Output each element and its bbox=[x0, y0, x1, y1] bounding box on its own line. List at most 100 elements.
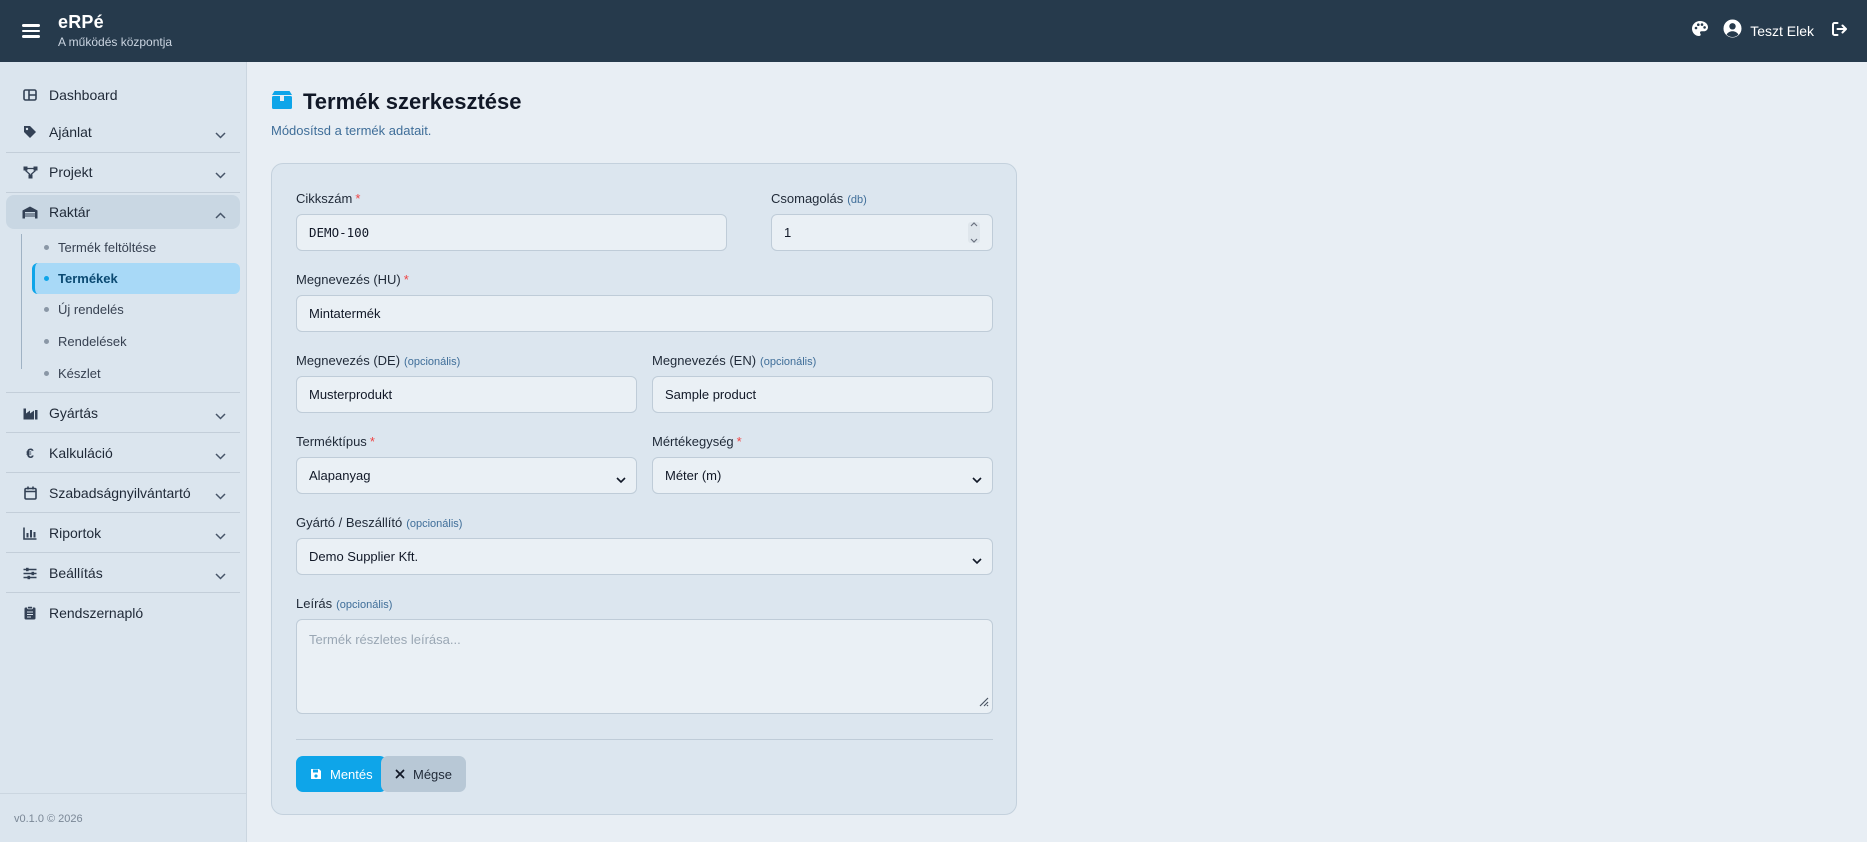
floppy-disk-icon bbox=[310, 768, 322, 780]
sidebar-item-riportok[interactable]: Riportok bbox=[6, 516, 240, 550]
sidebar-item-rendszernaplo[interactable]: Rendszernapló bbox=[6, 596, 240, 630]
tag-icon bbox=[22, 124, 38, 140]
pack-quantity-input[interactable]: 1 bbox=[771, 214, 993, 251]
name-en-input[interactable]: Sample product bbox=[652, 376, 993, 413]
sidebar-divider bbox=[6, 552, 240, 553]
sidebar-item-kalkulacio[interactable]: € Kalkuláció bbox=[6, 436, 240, 470]
sidebar-item-szabadsag[interactable]: Szabadságnyilvántartó bbox=[6, 476, 240, 510]
version-text: v0.1.0 © 2026 bbox=[14, 813, 83, 825]
top-bar: eRPé A működés központja Teszt Elek bbox=[0, 0, 1867, 62]
chevron-down-icon bbox=[972, 553, 982, 568]
resize-handle-icon[interactable] bbox=[977, 695, 989, 710]
bullet-dot-icon bbox=[44, 339, 49, 344]
page-subtitle: Módosítsd a termék adatait. bbox=[271, 123, 432, 138]
uom-select[interactable]: Méter (m) bbox=[652, 457, 993, 494]
chevron-down-icon bbox=[215, 407, 226, 423]
sidebar-item-label: Gyártás bbox=[49, 405, 99, 421]
sidebar-item-label: Kalkuláció bbox=[49, 445, 113, 461]
name-de-input[interactable]: Musterprodukt bbox=[296, 376, 637, 413]
chevron-down-icon bbox=[215, 126, 226, 142]
theme-palette-icon[interactable] bbox=[1691, 20, 1709, 43]
chevron-down-icon bbox=[215, 527, 226, 543]
sliders-icon bbox=[22, 565, 38, 581]
sidebar-footer-divider bbox=[0, 793, 247, 794]
save-button-label: Mentés bbox=[330, 766, 373, 782]
chevron-down-icon bbox=[215, 166, 226, 182]
factory-icon bbox=[22, 405, 38, 421]
sidebar-item-label: Projekt bbox=[49, 164, 93, 180]
chevron-down-icon bbox=[972, 472, 982, 487]
product-form-card: Cikkszám * DEMO-100 Csomagolás (db) 1 Megn… bbox=[271, 163, 1017, 815]
page-title: Termék szerkesztése bbox=[303, 89, 522, 114]
sidebar-item-gyartas[interactable]: Gyártás bbox=[6, 396, 240, 430]
sku-input[interactable]: DEMO-100 bbox=[296, 214, 727, 251]
bullet-dot-icon bbox=[44, 307, 49, 312]
supplier-label: Gyártó / Beszállító (opcionális) bbox=[296, 515, 463, 530]
subnav-item-keszlet[interactable]: Készlet bbox=[32, 358, 240, 389]
sidebar-divider bbox=[6, 392, 240, 393]
sidebar-divider bbox=[6, 432, 240, 433]
chevron-down-icon bbox=[616, 472, 626, 487]
name-en-label: Megnevezés (EN) (opcionális) bbox=[652, 353, 817, 368]
bullet-dot-icon bbox=[44, 245, 49, 250]
supplier-select[interactable]: Demo Supplier Kft. bbox=[296, 538, 993, 575]
number-stepper[interactable] bbox=[968, 222, 980, 243]
sidebar-divider bbox=[6, 152, 240, 153]
subnav-line bbox=[21, 234, 22, 369]
subnav-item-uj-rendeles[interactable]: Új rendelés bbox=[32, 294, 240, 325]
subnav-label: Termékek bbox=[58, 271, 118, 286]
sidebar-item-projekt[interactable]: Projekt bbox=[6, 155, 240, 189]
subnav-label: Termék feltöltése bbox=[58, 240, 157, 255]
app-title: eRPé bbox=[58, 12, 104, 32]
product-type-label: Terméktípus * bbox=[296, 434, 375, 449]
sidebar-divider bbox=[6, 592, 240, 593]
sidebar-item-label: Szabadságnyilvántartó bbox=[49, 485, 191, 501]
sku-label: Cikkszám * bbox=[296, 191, 361, 206]
name-hu-input[interactable]: Mintatermék bbox=[296, 295, 993, 332]
close-icon bbox=[395, 769, 405, 779]
dashboard-icon bbox=[22, 87, 38, 103]
product-type-select[interactable]: Alapanyag bbox=[296, 457, 637, 494]
user-avatar-icon[interactable] bbox=[1723, 19, 1742, 43]
subnav-item-termekek[interactable]: Termékek bbox=[32, 263, 240, 294]
sidebar-item-label: Riportok bbox=[49, 525, 102, 541]
sidebar-item-label: Ajánlat bbox=[49, 124, 92, 140]
stepper-up-icon[interactable] bbox=[970, 222, 978, 227]
app-subtitle: A működés központja bbox=[58, 35, 173, 49]
name-de-label: Megnevezés (DE) (opcionális) bbox=[296, 353, 461, 368]
logout-icon[interactable] bbox=[1832, 21, 1847, 41]
sidebar-item-label: Rendszernapló bbox=[49, 605, 144, 621]
description-textarea[interactable]: Termék részletes leírása... bbox=[296, 619, 993, 714]
pack-quantity-value: 1 bbox=[784, 225, 792, 240]
sidebar-item-label: Beállítás bbox=[49, 565, 103, 581]
stepper-down-icon[interactable] bbox=[970, 238, 978, 243]
pack-label: Csomagolás (db) bbox=[771, 191, 867, 206]
subnav-item-termek-feltoltese[interactable]: Termék feltöltése bbox=[32, 232, 240, 263]
uom-label: Mértékegység * bbox=[652, 434, 742, 449]
cancel-button-label: Mégse bbox=[413, 766, 453, 782]
name-hu-label: Megnevezés (HU) * bbox=[296, 272, 409, 287]
menu-toggle-icon[interactable] bbox=[22, 24, 40, 38]
user-name[interactable]: Teszt Elek bbox=[1750, 23, 1814, 39]
box-icon bbox=[271, 90, 293, 115]
bullet-dot-icon bbox=[44, 371, 49, 376]
subnav-label: Rendelések bbox=[58, 334, 127, 349]
chevron-down-icon bbox=[215, 447, 226, 463]
subnav-item-rendelesek[interactable]: Rendelések bbox=[32, 326, 240, 357]
brand: eRPé A működés központja bbox=[58, 12, 172, 50]
euro-icon: € bbox=[26, 445, 34, 461]
sidebar-item-label: Dashboard bbox=[49, 87, 118, 103]
page-header: Termék szerkesztése bbox=[271, 89, 522, 115]
cancel-button[interactable]: Mégse bbox=[381, 756, 467, 792]
save-button[interactable]: Mentés bbox=[296, 756, 387, 792]
sidebar-item-label: Raktár bbox=[49, 204, 91, 220]
project-nodes-icon bbox=[22, 164, 38, 180]
sidebar-item-beallitas[interactable]: Beállítás bbox=[6, 556, 240, 590]
subnav-label: Új rendelés bbox=[58, 302, 124, 317]
chevron-down-icon bbox=[215, 567, 226, 583]
sidebar-item-ajanlat[interactable]: Ajánlat bbox=[6, 115, 240, 149]
subnav-label: Készlet bbox=[58, 366, 101, 381]
sidebar-item-dashboard[interactable]: Dashboard bbox=[6, 78, 240, 112]
sidebar-item-raktar[interactable]: Raktár bbox=[6, 195, 240, 229]
description-placeholder: Termék részletes leírása... bbox=[309, 632, 461, 647]
